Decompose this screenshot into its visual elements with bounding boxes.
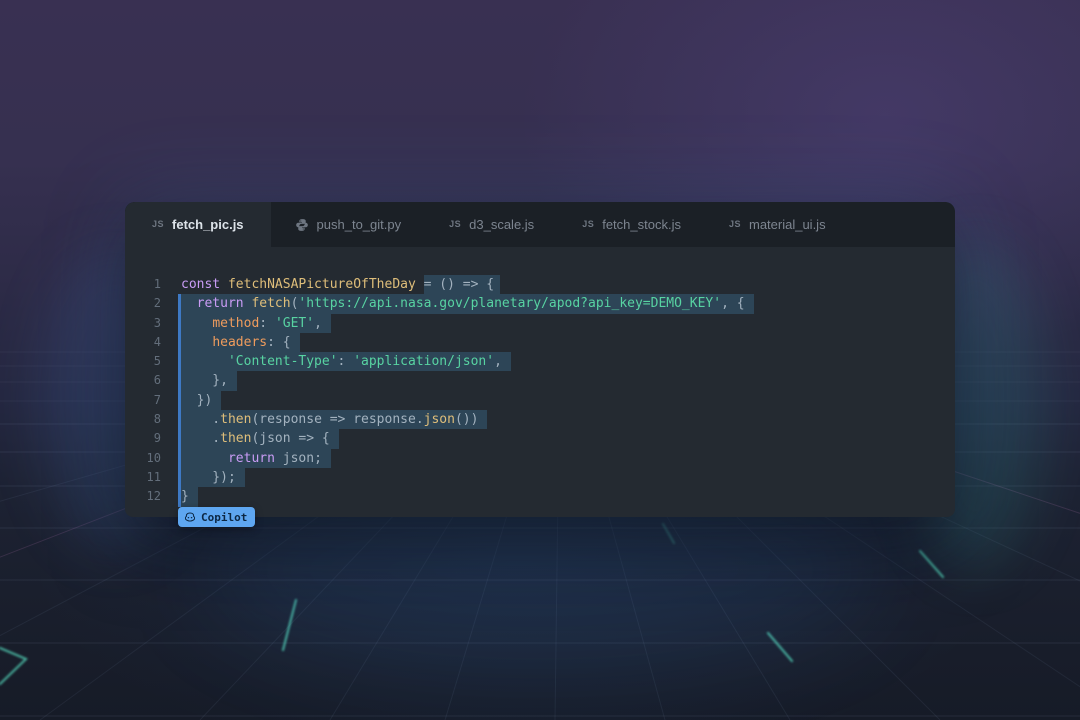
code-token: }); [181,470,236,485]
code-line: 2 return fetch('https://api.nasa.gov/pla… [125,294,955,313]
code-token: json [424,412,455,427]
code-token: (response => response. [251,412,423,427]
line-number: 5 [125,352,161,371]
code-editor-window: JS fetch_pic.js push_to_git.py JS d3_scale.j… [125,202,955,517]
code-token: . [181,431,220,446]
line-number: 12 [125,487,161,506]
code-line: 9 .then(json => { [125,429,955,448]
tab-push_to_git.py[interactable]: push_to_git.py [271,202,426,247]
desktop-background: JS fetch_pic.js push_to_git.py JS d3_scale.j… [0,0,1080,720]
line-number: 4 [125,333,161,352]
code-editor[interactable]: 1 const fetchNASAPictureOfTheDay = () => … [125,247,955,517]
code-line: 8 .then(response => response.json()) [125,410,955,429]
line-number: 10 [125,449,161,468]
tab-label: fetch_stock.js [602,217,681,232]
js-icon: JS [729,220,741,229]
copilot-badge-label: Copilot [201,511,247,524]
code-token: ()) [455,412,478,427]
line-number: 11 [125,468,161,487]
code-token: : { [267,335,290,350]
code-token: , { [721,296,744,311]
line-number: 8 [125,410,161,429]
code-token: } [181,489,189,504]
line-number: 6 [125,371,161,390]
js-icon: JS [152,220,164,229]
code-line: 4 headers: { [125,333,955,352]
code-token [181,451,228,466]
code-line: 5 'Content-Type': 'application/json', [125,352,955,371]
code-line: 3 method: 'GET', [125,314,955,333]
code-token [181,316,212,331]
code-token: 'GET' [275,316,314,331]
tab-d3_scale.js[interactable]: JS d3_scale.js [425,202,558,247]
line-number: 9 [125,429,161,448]
code-token: , [494,354,502,369]
js-icon: JS [449,220,461,229]
line-number: 2 [125,294,161,313]
code-line: 6 }, [125,371,955,390]
code-token: return [228,451,275,466]
code-line: 12} [125,487,955,506]
code-token: then [220,431,251,446]
code-token: 'Content-Type' [228,354,338,369]
code-line: 10 return json; [125,449,955,468]
code-token [220,277,228,292]
code-token: headers [212,335,267,350]
code-token: = () => { [416,277,494,292]
code-token: fetchNASAPictureOfTheDay [228,277,416,292]
tab-label: material_ui.js [749,217,826,232]
code-token: const [181,277,220,292]
code-token: (json => { [251,431,329,446]
code-token: 'application/json' [353,354,494,369]
copilot-badge: Copilot [178,507,255,527]
copilot-icon [184,511,196,523]
tab-fetch_pic.js[interactable]: JS fetch_pic.js [125,202,271,247]
js-icon: JS [582,220,594,229]
code-token: }) [181,393,212,408]
tab-label: push_to_git.py [317,217,402,232]
tab-label: fetch_pic.js [172,217,244,232]
code-token: method [212,316,259,331]
code-line: 1 const fetchNASAPictureOfTheDay = () => … [125,275,955,294]
code-token: , [314,316,322,331]
line-number: 1 [125,275,161,294]
code-token: fetch [251,296,290,311]
code-line: 11 }); [125,468,955,487]
code-token: }, [181,373,228,388]
code-line: 7 }) [125,391,955,410]
code-token [181,296,197,311]
code-token: : [259,316,275,331]
code-token [181,335,212,350]
tab-label: d3_scale.js [469,217,534,232]
code-token: 'https://api.nasa.gov/planetary/apod?api… [298,296,721,311]
code-token: then [220,412,251,427]
code-token: . [181,412,220,427]
line-number: 7 [125,391,161,410]
code-token: json; [275,451,322,466]
code-token [181,354,228,369]
line-number: 3 [125,314,161,333]
code-token: return [197,296,244,311]
code-token: : [338,354,354,369]
python-icon [295,218,309,232]
tab-bar: JS fetch_pic.js push_to_git.py JS d3_scale.j… [125,202,955,247]
tab-fetch_stock.js[interactable]: JS fetch_stock.js [558,202,705,247]
tab-material_ui.js[interactable]: JS material_ui.js [705,202,850,247]
